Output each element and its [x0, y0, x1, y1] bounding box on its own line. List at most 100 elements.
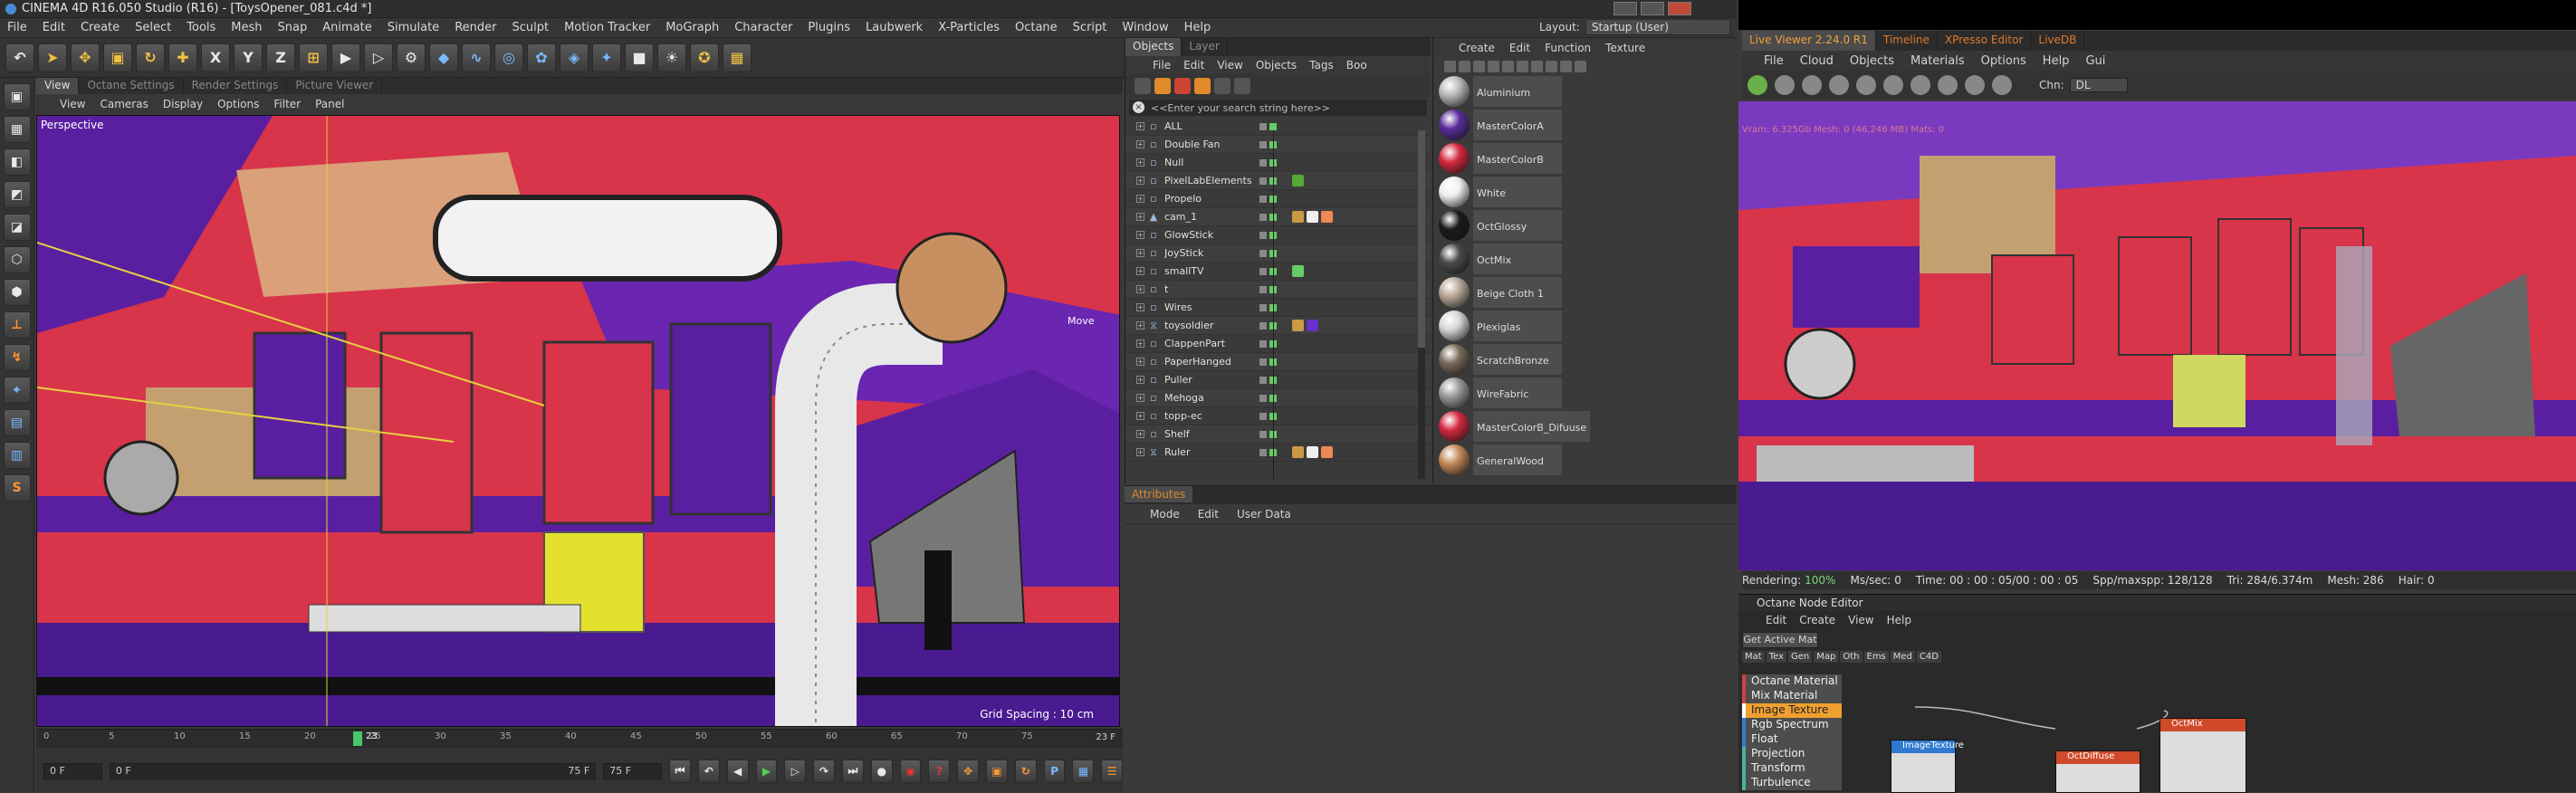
- expand-toggle-icon[interactable]: +: [1136, 321, 1144, 330]
- editor-visibility-dot[interactable]: [1259, 267, 1267, 275]
- menu-sculpt[interactable]: Sculpt: [512, 21, 549, 34]
- white-balance-icon[interactable]: [1992, 75, 2012, 95]
- expand-toggle-icon[interactable]: +: [1136, 213, 1144, 221]
- editor-visibility-dot[interactable]: [1259, 140, 1267, 148]
- visibility-flags[interactable]: [1259, 339, 1277, 348]
- menu-edit[interactable]: Edit: [43, 21, 65, 34]
- nurbs-icon[interactable]: ◎: [494, 43, 523, 72]
- editor-visibility-dot[interactable]: [1259, 394, 1267, 402]
- material-picker-icon[interactable]: [1910, 75, 1930, 95]
- timeline-menu-icon[interactable]: ☰: [1101, 759, 1124, 783]
- editor-visibility-dot[interactable]: [1259, 430, 1267, 438]
- object-manager-tab-layer[interactable]: Layer: [1182, 38, 1228, 56]
- tweak-mode-icon[interactable]: ↯: [3, 344, 31, 371]
- play-icon[interactable]: ▶: [755, 759, 778, 783]
- visibility-flags[interactable]: [1259, 267, 1277, 275]
- object-row[interactable]: + ▫ PaperHanged: [1125, 353, 1431, 371]
- menu-help[interactable]: Help: [1184, 21, 1211, 34]
- select-arrow-icon[interactable]: ➤: [38, 43, 67, 72]
- go-to-end-icon[interactable]: ⏭: [841, 759, 864, 783]
- render-visibility-dot[interactable]: [1269, 122, 1277, 130]
- record-icon[interactable]: ●: [870, 759, 893, 783]
- menu-mograph[interactable]: MoGraph: [666, 21, 719, 34]
- object-row[interactable]: + ▫ Propelo: [1125, 190, 1431, 208]
- layer-icon[interactable]: [1194, 78, 1211, 94]
- expand-toggle-icon[interactable]: +: [1136, 267, 1144, 275]
- menu-script[interactable]: Script: [1073, 21, 1107, 34]
- visibility-flags[interactable]: [1259, 394, 1277, 402]
- focus-picker-icon[interactable]: [1965, 75, 1985, 95]
- menu-laubwerk[interactable]: Laubwerk: [866, 21, 923, 34]
- visibility-flags[interactable]: [1259, 249, 1277, 257]
- editor-visibility-dot[interactable]: [1259, 376, 1267, 384]
- menu-octane[interactable]: Octane: [1015, 21, 1058, 34]
- material-tag-icon[interactable]: [1307, 320, 1318, 331]
- material-item[interactable]: Beige Cloth 1: [1439, 275, 1737, 309]
- pla-key-icon[interactable]: ▦: [1072, 759, 1095, 783]
- object-row[interactable]: + ▲ cam_1: [1125, 208, 1431, 226]
- editor-visibility-dot[interactable]: [1259, 358, 1267, 366]
- attributes-menu-edit[interactable]: Edit: [1198, 508, 1219, 521]
- grid-icon[interactable]: ▦: [723, 43, 752, 72]
- script-icon[interactable]: S: [3, 474, 31, 502]
- camera-icon[interactable]: ■: [625, 43, 654, 72]
- material-tag-icon[interactable]: [1307, 211, 1318, 223]
- menu-create[interactable]: Create: [81, 21, 120, 34]
- object-menu-boo[interactable]: Boo: [1346, 59, 1367, 72]
- menu-character[interactable]: Character: [734, 21, 792, 34]
- expand-toggle-icon[interactable]: +: [1136, 339, 1144, 348]
- scene-icon[interactable]: ✦: [592, 43, 621, 72]
- live-viewer-menu-gui[interactable]: Gui: [2085, 54, 2105, 68]
- object-menu-objects[interactable]: Objects: [1256, 59, 1297, 72]
- material-tool-icon[interactable]: [1546, 60, 1557, 72]
- visibility-flags[interactable]: [1259, 430, 1277, 438]
- channel-dropdown[interactable]: DL: [2069, 78, 2128, 92]
- attributes-menu-mode[interactable]: Mode: [1150, 508, 1180, 521]
- z-axis-icon[interactable]: Z: [266, 43, 295, 72]
- object-menu-file[interactable]: File: [1153, 59, 1171, 72]
- menu-file[interactable]: File: [7, 21, 27, 34]
- points-mode-icon[interactable]: ◪: [3, 214, 31, 241]
- material-menu-edit[interactable]: Edit: [1509, 42, 1530, 54]
- node-oct-mix[interactable]: OctMix: [2159, 718, 2246, 793]
- editor-visibility-dot[interactable]: [1259, 339, 1267, 348]
- expand-toggle-icon[interactable]: +: [1136, 412, 1144, 420]
- material-item[interactable]: OctGlossy: [1439, 208, 1737, 242]
- axis-mode-icon[interactable]: ⊥: [3, 311, 31, 339]
- scrollbar-thumb[interactable]: [1418, 130, 1425, 348]
- material-item[interactable]: White: [1439, 175, 1737, 208]
- viewport-tab-octane-settings[interactable]: Octane Settings: [79, 78, 184, 94]
- preview-range-slider[interactable]: 0 F 75 F: [109, 762, 597, 779]
- close-button[interactable]: [1668, 2, 1691, 15]
- material-menu-create[interactable]: Create: [1459, 42, 1495, 54]
- object-row[interactable]: + ▫ smallTV: [1125, 263, 1431, 281]
- attributes-tab[interactable]: Attributes: [1125, 486, 1193, 502]
- material-tag-icon[interactable]: [1307, 446, 1318, 458]
- material-tag-icon[interactable]: [1292, 175, 1304, 186]
- object-row[interactable]: + ▫ Mehoga: [1125, 389, 1431, 407]
- expand-toggle-icon[interactable]: +: [1136, 158, 1144, 167]
- menu-x-particles[interactable]: X-Particles: [938, 21, 1000, 34]
- editor-visibility-dot[interactable]: [1259, 412, 1267, 420]
- editor-visibility-dot[interactable]: [1259, 177, 1267, 185]
- live-viewer-menu-objects[interactable]: Objects: [1850, 54, 1894, 68]
- object-row[interactable]: + ⧖ Ruler: [1125, 444, 1431, 462]
- editor-visibility-dot[interactable]: [1259, 303, 1267, 311]
- object-mode-icon[interactable]: ◩: [3, 181, 31, 208]
- material-tag-icon[interactable]: [1321, 446, 1333, 458]
- snap-icon[interactable]: ⌖: [3, 377, 31, 404]
- cube-icon[interactable]: ◆: [429, 43, 458, 72]
- object-list-scrollbar[interactable]: [1418, 130, 1425, 479]
- live-viewer-menu-options[interactable]: Options: [1981, 54, 2026, 68]
- object-menu-tags[interactable]: Tags: [1309, 59, 1334, 72]
- object-row[interactable]: + ▫ PixelLabElements: [1125, 172, 1431, 190]
- material-item[interactable]: ScratchBronze: [1439, 342, 1737, 376]
- material-tool-icon[interactable]: [1575, 60, 1586, 72]
- move-cross-icon[interactable]: ✚: [168, 43, 197, 72]
- edges-mode-icon[interactable]: ⬡: [3, 246, 31, 273]
- viewport-menu-options[interactable]: Options: [217, 98, 259, 110]
- hierarchy-icon[interactable]: [1214, 78, 1231, 94]
- material-item[interactable]: MasterColorA: [1439, 108, 1737, 141]
- material-tag-icon[interactable]: [1321, 211, 1333, 223]
- object-menu-view[interactable]: View: [1217, 59, 1242, 72]
